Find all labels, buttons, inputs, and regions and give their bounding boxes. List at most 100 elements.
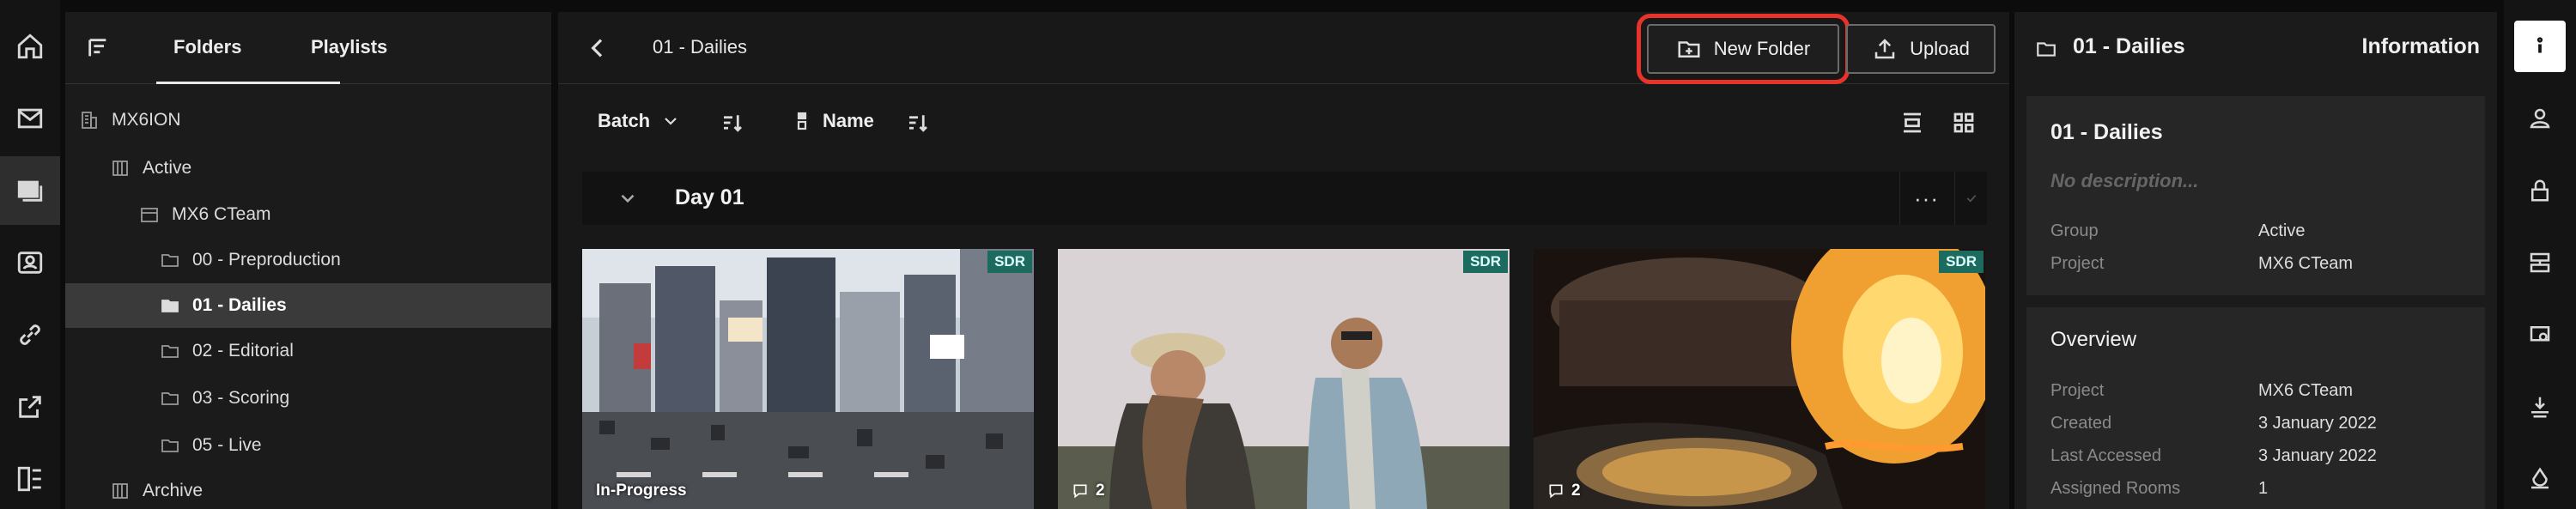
new-folder-button[interactable]: New Folder xyxy=(1647,24,1839,74)
upload-label: Upload xyxy=(1910,38,1970,59)
tree-item-dailies[interactable]: 01 - Dailies xyxy=(65,283,551,328)
folder-icon xyxy=(2035,38,2057,60)
device-settings-icon[interactable] xyxy=(2514,309,2566,361)
tree-item-label: 01 - Dailies xyxy=(192,295,287,315)
calendar-icon xyxy=(139,204,160,225)
active-tab-indicator xyxy=(156,82,340,84)
transfer-icon[interactable] xyxy=(2514,381,2566,433)
sort-name-label: Name xyxy=(823,110,874,131)
folder-filled-icon xyxy=(160,295,180,316)
tree-item-preproduction[interactable]: 00 - Preproduction xyxy=(65,238,551,282)
columns-icon xyxy=(110,158,131,179)
overview-key: Project xyxy=(2050,381,2105,400)
overview-card: Overview Project MX6 CTeam Created 3 Jan… xyxy=(2026,307,2485,509)
tree-item-active[interactable]: Active xyxy=(65,146,551,191)
tree-item-label: Active xyxy=(143,158,192,178)
home-icon[interactable] xyxy=(0,12,60,81)
overview-value: 1 xyxy=(2258,479,2269,498)
tree-item-label: 05 - Live xyxy=(192,435,262,455)
link-icon[interactable] xyxy=(0,300,60,369)
media-card[interactable]: SDR 2 xyxy=(1534,249,1985,509)
storage-icon[interactable] xyxy=(2514,453,2566,505)
select-group-checkbox[interactable] xyxy=(1954,172,1987,225)
tree-item-label: MX6 CTeam xyxy=(172,204,271,224)
sort-field-icon xyxy=(797,112,807,130)
folder-icon xyxy=(160,341,180,361)
tab-playlists[interactable]: Playlists xyxy=(311,36,387,58)
tree-item-scoring[interactable]: 03 - Scoring xyxy=(65,376,551,421)
folder-icon xyxy=(160,388,180,409)
batch-dropdown[interactable]: Batch xyxy=(598,110,681,132)
tab-folders[interactable]: Folders xyxy=(173,36,241,58)
tree-item-live[interactable]: 05 - Live xyxy=(65,423,551,468)
left-nav-rail xyxy=(0,0,60,509)
folder-tree-panel: Folders Playlists MX6ION Active MX6 CTea… xyxy=(65,12,551,509)
tree-item-mx6ion[interactable]: MX6ION xyxy=(65,98,551,142)
collapse-chevron-icon[interactable] xyxy=(617,187,639,209)
columns-icon xyxy=(110,481,131,501)
new-folder-label: New Folder xyxy=(1713,38,1811,59)
comment-count[interactable]: 2 xyxy=(1072,482,1105,500)
tree-sort-icon[interactable] xyxy=(86,36,110,60)
tree-item-label: 02 - Editorial xyxy=(192,341,294,361)
media-card[interactable]: SDR In-Progress xyxy=(582,249,1034,509)
media-card[interactable]: SDR 2 xyxy=(1058,249,1510,509)
contacts-icon[interactable] xyxy=(0,228,60,297)
overview-key: Assigned Rooms xyxy=(2050,479,2181,498)
project-key: Project xyxy=(2050,254,2105,273)
project-value: MX6 CTeam xyxy=(2258,254,2354,273)
description-field[interactable]: No description... xyxy=(2050,170,2198,192)
folder-plus-icon xyxy=(1678,41,1700,58)
chevron-down-icon xyxy=(665,118,677,125)
overview-title: Overview xyxy=(2050,328,2137,351)
sort-order-icon[interactable] xyxy=(720,110,745,136)
back-chevron-icon[interactable] xyxy=(584,34,611,62)
group-value: Active xyxy=(2258,221,2306,240)
workflow-icon[interactable] xyxy=(2514,237,2566,288)
user-icon[interactable] xyxy=(2514,93,2566,144)
comment-icon xyxy=(1549,484,1563,499)
overview-key: Last Accessed xyxy=(2050,446,2161,465)
overview-value: 3 January 2022 xyxy=(2258,414,2377,433)
folder-icon xyxy=(160,250,180,270)
comment-count-value: 2 xyxy=(1571,482,1581,500)
folder-icon xyxy=(160,435,180,456)
projects-icon[interactable] xyxy=(0,445,60,509)
share-icon[interactable] xyxy=(0,373,60,441)
mail-icon[interactable] xyxy=(0,84,60,153)
sort-name-dropdown[interactable]: Name xyxy=(792,110,874,132)
media-library-icon[interactable] xyxy=(0,156,60,225)
main-topbar: 01 - Dailies New Folder Upload xyxy=(558,12,2009,84)
sort-direction-icon[interactable] xyxy=(905,110,931,136)
group-header-day-01: Day 01 ··· xyxy=(582,172,1987,225)
status-label: In-Progress xyxy=(596,482,687,500)
couple-thumbnail xyxy=(1058,249,1510,509)
folder-details-card: 01 - Dailies No description... Group Act… xyxy=(2026,96,2485,295)
overview-key: Created xyxy=(2050,414,2112,433)
information-tab-title: Information xyxy=(2361,34,2481,58)
information-panel: 01 - Dailies Information 01 - Dailies No… xyxy=(2014,12,2497,509)
main-content: 01 - Dailies New Folder Upload Batch Nam… xyxy=(558,12,2009,509)
sdr-badge: SDR xyxy=(1463,251,1508,273)
sdr-badge: SDR xyxy=(987,251,1032,273)
lock-icon[interactable] xyxy=(2514,165,2566,216)
app-window: Folders Playlists MX6ION Active MX6 CTea… xyxy=(0,0,2576,509)
tree-item-editorial[interactable]: 02 - Editorial xyxy=(65,329,551,373)
info-icon[interactable] xyxy=(2514,21,2566,72)
tree-item-archive[interactable]: Archive xyxy=(65,469,551,509)
tree-tab-bar: Folders Playlists xyxy=(65,12,551,84)
tree-item-mx6-cteam[interactable]: MX6 CTeam xyxy=(65,192,551,237)
breadcrumb: 01 - Dailies xyxy=(653,36,748,58)
upload-button[interactable]: Upload xyxy=(1846,24,1996,74)
right-tool-rail xyxy=(2504,0,2576,509)
info-header: 01 - Dailies Information xyxy=(2014,12,2497,84)
tree-item-label: 00 - Preproduction xyxy=(192,250,341,270)
building-icon xyxy=(79,110,100,130)
comment-count[interactable]: 2 xyxy=(1547,482,1581,500)
upload-icon xyxy=(1874,39,1895,59)
more-options-button[interactable]: ··· xyxy=(1899,172,1953,225)
sdr-badge: SDR xyxy=(1939,251,1984,273)
list-view-icon[interactable] xyxy=(1899,110,1925,136)
details-title: 01 - Dailies xyxy=(2050,120,2163,144)
grid-view-icon[interactable] xyxy=(1951,110,1977,136)
